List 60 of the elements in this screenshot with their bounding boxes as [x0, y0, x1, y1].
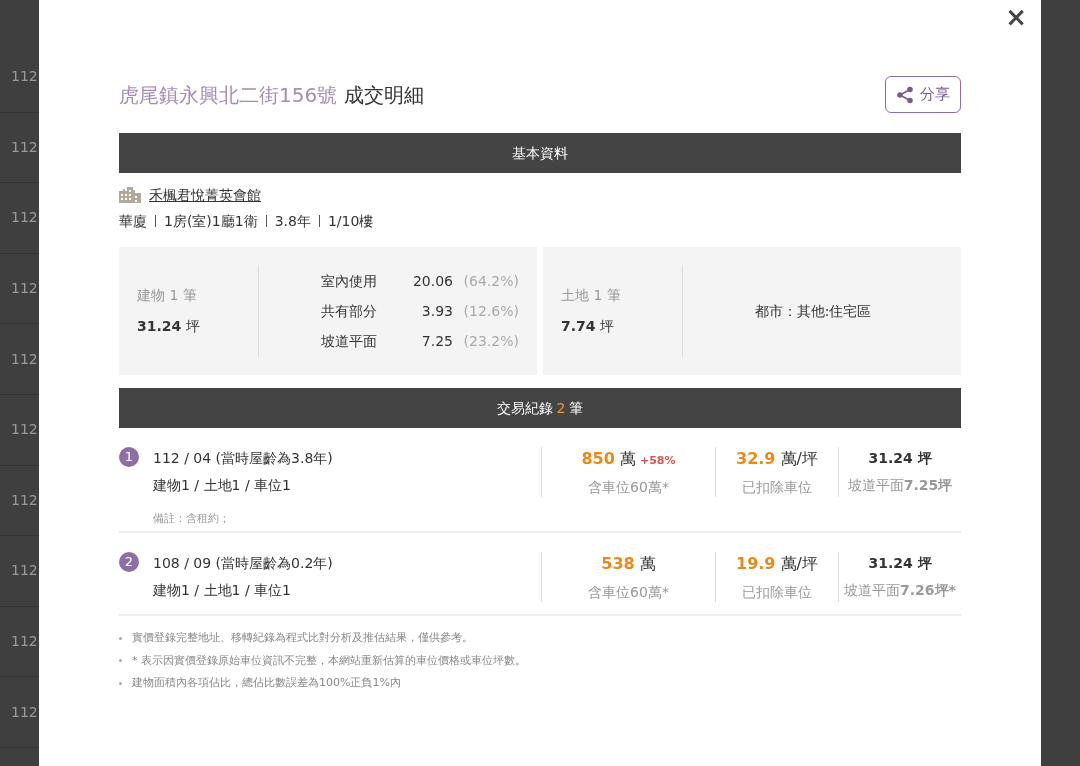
ramp-area-note: 坡道平面7.25坪 — [847, 476, 953, 495]
attribute-text: 1/10樓 — [327, 211, 374, 231]
area-value: 20.06 — [411, 271, 453, 291]
ramp-area-note: 坡道平面7.26坪* — [844, 581, 956, 600]
zoning-text: 都市：其他:住宅區 — [754, 301, 872, 321]
building-area: 31.24 坪 — [137, 316, 258, 337]
area-value: 7.25 — [420, 331, 453, 351]
share-icon — [896, 85, 914, 104]
row-text: 112 — [11, 208, 38, 228]
dialog-title: 成交明細 — [343, 82, 424, 107]
building-icon — [119, 187, 141, 203]
area-label: 坡道平面 — [321, 331, 378, 351]
floor-area: 31.24 坪 — [868, 448, 932, 469]
area-share: (12.6%) — [462, 301, 519, 321]
area-share: (64.2%) — [462, 271, 519, 291]
attribute-text: 3.8年 — [274, 211, 311, 231]
row-text: 112 — [11, 490, 38, 510]
unit-price: 19.9 萬/坪 — [736, 552, 818, 575]
row-text: 112 — [11, 67, 38, 87]
area-share: (23.2%) — [462, 331, 519, 351]
row-text: 112 — [11, 137, 38, 157]
total-price: 538 萬 — [601, 552, 656, 575]
attribute-text: 華廈 — [119, 211, 147, 231]
transaction-date: 108 / 09 (當時屋齡為0.2年) — [153, 554, 333, 573]
land-label: 土地 1 筆 — [561, 286, 622, 305]
section-header: 基本資料 — [119, 133, 961, 173]
note-text: * 表示因實價登錄原始車位資訊不完整，本網站重新估算的車位價格或車位坪數。 — [132, 652, 526, 669]
unit-price-note: 已扣除車位 — [742, 477, 812, 497]
price-note: 含車位60萬* — [588, 582, 669, 602]
note-text: 實價登錄完整地址、移轉紀錄為程式比對分析及推估結果，僅供參考。 — [132, 630, 473, 646]
unit-price: 32.9 萬/坪 — [736, 447, 818, 470]
floor-area: 31.24 坪 — [868, 553, 932, 574]
community-link[interactable]: 禾楓君悅菁英會館 — [149, 184, 261, 206]
row-text: 112 — [11, 702, 38, 722]
row-text: 112 — [11, 349, 38, 369]
remark-text: 備註：含租約； — [152, 511, 231, 527]
transaction-date: 112 / 04 (當時屋齡為3.8年) — [153, 449, 333, 468]
section-header: 交易紀錄 2 筆 — [119, 388, 961, 428]
index-badge: 2 — [119, 552, 139, 572]
attribute-text: 1房(室)1廳1衛 — [164, 211, 258, 231]
area-label: 共有部分 — [321, 301, 378, 321]
land-area: 7.74 坪 — [561, 316, 682, 337]
area-label: 室內使用 — [321, 271, 378, 291]
building-label: 建物 1 筆 — [137, 286, 198, 305]
row-text: 112 — [11, 420, 38, 440]
area-value: 3.93 — [420, 301, 453, 321]
row-text: 112 — [11, 632, 38, 652]
share-button[interactable]: 分享 — [885, 76, 961, 113]
row-text: 112 — [11, 561, 38, 581]
total-price: 850 萬 — [581, 447, 636, 470]
close-button[interactable]: × — [1005, 4, 1027, 30]
unit-price-note: 已扣除車位 — [742, 582, 812, 602]
transaction-parts: 建物1 / 土地1 / 車位1 — [153, 581, 292, 600]
price-change: +58% — [639, 452, 676, 469]
price-note: 含車位60萬* — [588, 477, 669, 497]
transaction-parts: 建物1 / 土地1 / 車位1 — [153, 476, 292, 495]
note-text: 建物面積內各項佔比，總佔比數誤差為100%正負1%內 — [132, 675, 401, 691]
index-badge: 1 — [119, 447, 139, 467]
address-title: 虎尾鎮永興北二街156號 — [119, 82, 338, 107]
row-text: 112 — [11, 279, 38, 299]
